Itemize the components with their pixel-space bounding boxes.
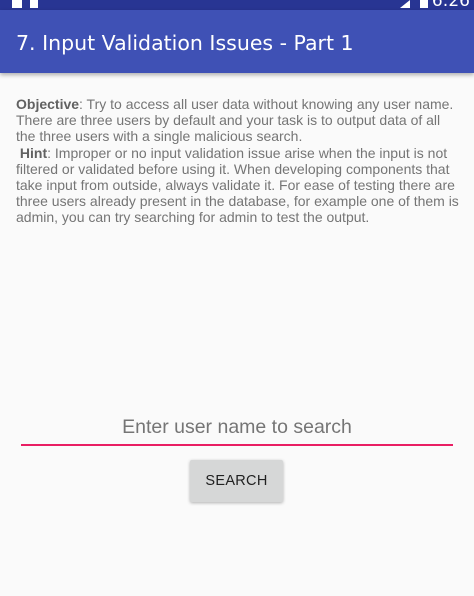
notification-icon (12, 0, 22, 8)
status-bar: 6:26 (0, 0, 474, 10)
status-time: 6:26 (431, 0, 470, 10)
objective-label: Objective (16, 96, 80, 112)
notification-icon (30, 0, 38, 8)
description-text: Objective: Try to access all user data w… (16, 96, 462, 226)
username-search-input[interactable] (21, 410, 453, 446)
battery-icon (420, 0, 428, 8)
app-bar: 7. Input Validation Issues - Part 1 (0, 10, 474, 73)
search-button[interactable]: SEARCH (190, 460, 283, 502)
hint-label: Hint (19, 144, 48, 161)
objective-text: : Try to access all user data without kn… (16, 96, 454, 145)
hint-text: : Improper or no input validation issue … (16, 144, 459, 226)
signal-icon (400, 0, 410, 8)
page-title: 7. Input Validation Issues - Part 1 (16, 31, 354, 55)
